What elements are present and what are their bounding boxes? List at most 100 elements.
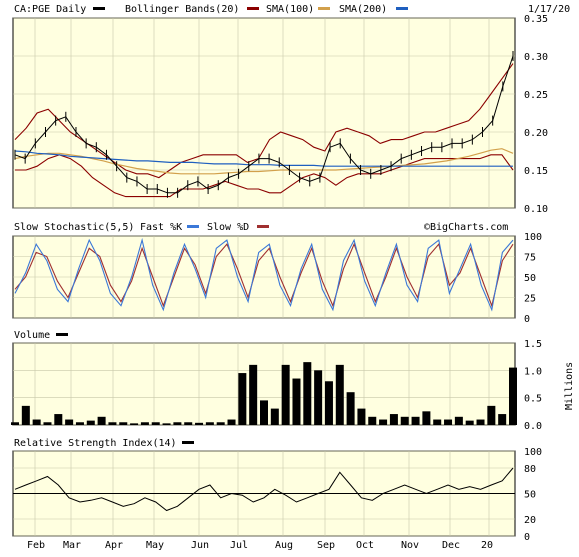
volume-bar (32, 419, 41, 425)
x-tick-label: Oct (356, 540, 374, 551)
volume-bar (249, 364, 258, 425)
volume-bar (476, 419, 485, 425)
x-tick-label: Jun (191, 540, 209, 551)
volume-bar (357, 408, 366, 425)
volume-bar (238, 373, 247, 425)
y-tick-label: 80 (524, 464, 536, 475)
volume-bar (140, 422, 149, 425)
y-tick-label: 0.35 (524, 14, 548, 25)
volume-bar (86, 420, 95, 425)
y-tick-label: 50 (524, 273, 536, 284)
volume-bar (281, 364, 290, 425)
x-tick-label: Apr (105, 540, 123, 551)
stochastic-legend-slow: Slow %D (207, 222, 249, 233)
volume-title: Volume (14, 330, 50, 341)
volume-bar (314, 370, 323, 425)
volume-bar (151, 422, 160, 425)
volume-bar (379, 419, 388, 425)
volume-bar (368, 416, 377, 425)
y-tick-label: 0.5 (524, 394, 542, 405)
symbol-label: CA:PGE Daily (14, 4, 86, 15)
rsi-title: Relative Strength Index(14) (14, 438, 177, 449)
volume-bar (260, 400, 268, 425)
y-tick-label: 0 (524, 532, 530, 543)
volume-bar (11, 422, 19, 425)
y-tick-label: 0.0 (524, 421, 542, 432)
y-tick-label: 0 (524, 314, 530, 325)
stochastic-title: Slow Stochastic(5,5) (14, 222, 134, 233)
x-tick-label: Feb (27, 540, 45, 551)
y-tick-label: 0.30 (524, 52, 548, 63)
volume-bar (108, 422, 117, 425)
volume-ylabel: Millions (564, 362, 575, 410)
volume-bar (324, 381, 333, 425)
sma200-label: SMA(200) (339, 4, 387, 15)
volume-bar (411, 416, 420, 425)
volume-bar (498, 414, 507, 425)
volume-bar (75, 422, 84, 425)
y-tick-label: 0.10 (524, 204, 548, 215)
chart-svg: CA:PGE Daily Bollinger Bands(20) SMA(100… (11, 4, 575, 551)
watermark: ©BigCharts.com (424, 222, 508, 233)
y-tick-label: 100 (524, 232, 542, 243)
x-tick-label: Nov (401, 540, 419, 551)
volume-bar (65, 419, 74, 425)
bbands-legend-swatch (247, 7, 259, 10)
volume-bar (21, 405, 30, 425)
volume-bar (97, 416, 106, 425)
x-tick-label: Jul (230, 540, 248, 551)
y-tick-label: 100 (524, 447, 542, 458)
volume-bar (465, 420, 474, 425)
volume-bar (227, 419, 236, 425)
volume-bar (292, 378, 301, 425)
volume-bar (162, 423, 171, 425)
y-tick-label: 0.20 (524, 128, 548, 139)
x-tick-label: Dec (442, 540, 460, 551)
volume-bar (487, 405, 496, 425)
volume-bar (270, 408, 279, 425)
y-tick-label: 1.0 (524, 366, 542, 377)
stochastic-slow-swatch (257, 225, 269, 228)
volume-bar (184, 422, 193, 425)
x-tick-label: May (146, 540, 164, 551)
volume-bar (54, 414, 63, 425)
volume-bar (389, 414, 398, 425)
volume-bar (400, 416, 409, 425)
chart-stage: CA:PGE Daily Bollinger Bands(20) SMA(100… (0, 0, 579, 553)
volume-bar (130, 423, 139, 425)
sma200-legend-swatch (396, 7, 408, 10)
y-tick-label: 75 (524, 253, 536, 264)
y-tick-label: 0.25 (524, 90, 548, 101)
volume-legend-swatch (56, 333, 68, 336)
volume-bar (454, 416, 463, 425)
y-tick-label: 20 (524, 515, 536, 526)
volume-bar (216, 422, 225, 425)
y-tick-labels: 0.35 0.30 0.25 0.20 0.15 0.10 100 75 50 25 0 1.5 1.0… (524, 14, 548, 543)
x-tick-label: Sep (317, 540, 335, 551)
sma100-legend-swatch (318, 7, 330, 10)
volume-bar (509, 367, 517, 425)
y-tick-label: 25 (524, 294, 536, 305)
y-tick-label: 50 (524, 490, 536, 501)
x-tick-label: Mar (63, 540, 81, 551)
volume-bar (205, 422, 214, 425)
volume-bar (43, 422, 52, 425)
rsi-legend-swatch (182, 441, 194, 444)
volume-bar (335, 364, 344, 425)
volume-bar (422, 411, 431, 425)
stochastic-legend-fast: Fast %K (140, 222, 182, 233)
bbands-label: Bollinger Bands(20) (125, 4, 239, 15)
volume-bar (346, 392, 355, 425)
symbol-legend-swatch (93, 7, 105, 10)
volume-bar (444, 419, 453, 425)
x-tick-label: Aug (275, 540, 293, 551)
x-tick-labels: Feb Mar Apr May Jun Jul Aug Sep Oct Nov Dec 20 (27, 540, 493, 551)
price-panel (12, 17, 516, 209)
sma100-label: SMA(100) (266, 4, 314, 15)
x-tick-label: 20 (481, 540, 493, 551)
y-tick-label: 0.15 (524, 166, 548, 177)
volume-bar (303, 362, 312, 425)
stochastic-fast-swatch (187, 225, 199, 228)
volume-bar (119, 422, 128, 425)
volume-bar (195, 422, 204, 425)
